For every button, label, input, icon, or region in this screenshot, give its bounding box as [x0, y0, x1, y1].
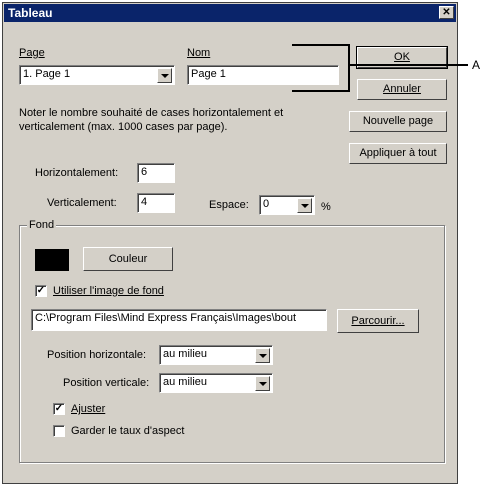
- annuler-button[interactable]: Annuler: [357, 79, 447, 100]
- annotation-bracket: [292, 44, 350, 92]
- vertical-input[interactable]: 4: [137, 193, 175, 213]
- close-button[interactable]: ✕: [439, 6, 454, 19]
- ajuster-label: Ajuster: [71, 403, 105, 415]
- nom-label-text: Nom: [187, 47, 211, 59]
- position-horizontal-label: Position horizontale:: [47, 349, 147, 361]
- espace-unit: %: [321, 201, 331, 213]
- nouvelle-page-button[interactable]: Nouvelle page: [349, 111, 447, 132]
- page-select-value: 1. Page 1: [23, 68, 71, 80]
- espace-label: Espace:: [209, 199, 249, 211]
- parcourir-button[interactable]: Parcourir...: [337, 309, 419, 333]
- dialog-window: Tableau ✕ Page 1. Page 1 Nom Page 1 OK A…: [2, 2, 458, 484]
- ajuster-label-text: Ajuster: [71, 403, 106, 415]
- horizontal-input[interactable]: 6: [137, 163, 175, 183]
- position-horizontal-select[interactable]: au milieu: [159, 345, 273, 365]
- vertical-input-value: 4: [141, 196, 148, 208]
- page-label: Page: [19, 47, 45, 59]
- page-select[interactable]: 1. Page 1: [19, 65, 175, 85]
- info-line-1: Noter le nombre souhaité de cases horizo…: [19, 107, 284, 119]
- vertical-label: Verticalement:: [47, 197, 117, 209]
- position-horizontal-dropdown-arrow-icon[interactable]: [255, 348, 270, 363]
- background-color-swatch: [35, 249, 69, 271]
- image-path-value: C:\Program Files\Mind Express Français\I…: [35, 312, 297, 324]
- ok-button-label: OK: [394, 51, 410, 63]
- appliquer-a-tout-button[interactable]: Appliquer à tout: [349, 143, 447, 164]
- espace-dropdown-arrow-icon[interactable]: [297, 198, 312, 213]
- window-title: Tableau: [8, 6, 53, 20]
- garder-aspect-label: Garder le taux d'aspect: [71, 425, 184, 437]
- position-vertical-label: Position verticale:: [63, 377, 150, 389]
- ajuster-checkbox[interactable]: ✓: [53, 403, 65, 415]
- position-vertical-value: au milieu: [163, 376, 208, 388]
- espace-select[interactable]: 0: [259, 195, 315, 215]
- annotation-leader-line: [350, 64, 468, 66]
- position-vertical-select[interactable]: au milieu: [159, 373, 273, 393]
- ajuster-check-icon: ✓: [54, 403, 64, 414]
- page-label-text: Page: [19, 47, 45, 59]
- use-background-image-label: Utiliser l'image de fond: [53, 285, 164, 297]
- couleur-button[interactable]: Couleur: [83, 247, 173, 271]
- use-background-image-checkbox[interactable]: ✓: [35, 285, 47, 297]
- horizontal-label: Horizontalement:: [35, 167, 119, 179]
- nom-input-value: Page 1: [191, 68, 226, 80]
- horizontal-input-value: 6: [141, 166, 148, 178]
- position-vertical-dropdown-arrow-icon[interactable]: [255, 376, 270, 391]
- espace-select-value: 0: [263, 198, 270, 210]
- page-dropdown-arrow-icon[interactable]: [157, 68, 172, 83]
- annotation-label: A: [472, 58, 481, 72]
- title-bar: Tableau ✕: [4, 4, 456, 22]
- garder-aspect-label-text: Garder le taux d'aspect: [71, 425, 185, 437]
- parcourir-button-label: Parcourir...: [351, 315, 405, 327]
- appliquer-button-label: Appliquer à tout: [359, 147, 437, 159]
- info-line-2: verticalement (max. 1000 cases par page)…: [19, 121, 228, 133]
- image-path-input[interactable]: C:\Program Files\Mind Express Français\I…: [31, 309, 327, 331]
- annuler-button-label: Annuler: [383, 83, 421, 95]
- position-horizontal-value: au milieu: [163, 348, 208, 360]
- fond-group-label: Fond: [27, 219, 57, 231]
- use-background-image-label-text: Utiliser l'image de fond: [53, 285, 164, 297]
- nouvelle-page-button-label: Nouvelle page: [362, 115, 434, 127]
- garder-aspect-checkbox[interactable]: [53, 425, 65, 437]
- nom-label: Nom: [187, 47, 210, 59]
- couleur-button-label: Couleur: [108, 253, 148, 265]
- use-background-image-check-icon: ✓: [36, 285, 46, 296]
